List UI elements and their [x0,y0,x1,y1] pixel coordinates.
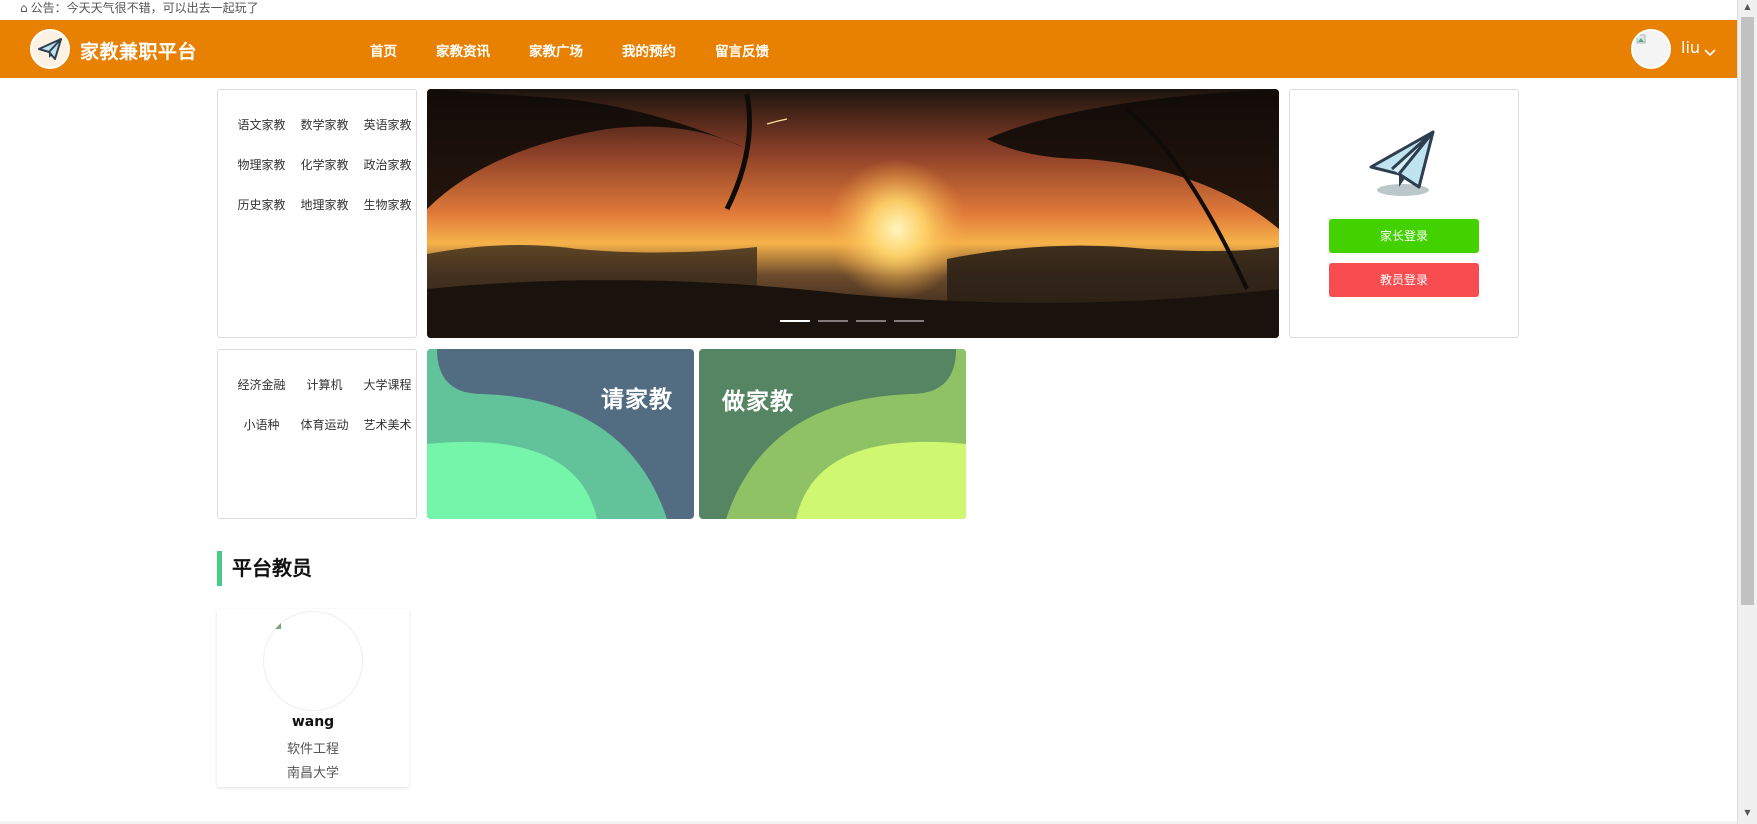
chevron-down-icon[interactable] [1704,42,1716,61]
nav-my-appointments[interactable]: 我的预约 [622,40,676,60]
carousel-dot[interactable] [856,320,886,322]
site-title[interactable]: 家教兼职平台 [80,37,197,64]
category-link-0[interactable]: 经济金融 [230,378,293,392]
category-link-3[interactable]: 小语种 [230,418,293,432]
main-nav: 首页 家教资讯 家教广场 我的预约 留言反馈 [370,40,808,60]
teacher-photo [263,611,363,711]
be-tutor-label: 做家教 [722,389,794,415]
nav-news[interactable]: 家教资讯 [436,40,490,60]
nav-square[interactable]: 家教广场 [529,40,583,60]
section-title-teachers: 平台教员 [217,551,312,586]
parent-login-button[interactable]: 家长登录 [1329,219,1479,253]
scroll-down-icon[interactable]: ▼ [1738,808,1757,822]
category-link-1[interactable]: 计算机 [293,378,356,392]
carousel-indicators [780,320,932,322]
subject-link-4[interactable]: 化学家教 [293,158,356,172]
subject-link-7[interactable]: 地理家教 [293,198,356,212]
teacher-major: 软件工程 [286,742,339,757]
find-tutor-label: 请家教 [601,387,673,413]
page: ⌂ 公告：今天天气很不错，可以出去一起玩了 家教兼职平台 首页 家教资讯 家教广场… [0,0,1757,824]
find-tutor-tile[interactable]: 请家教 [427,349,694,519]
carousel-dot[interactable] [818,320,848,322]
user-avatar-icon[interactable] [1631,29,1671,69]
paper-plane-icon [1367,127,1439,203]
carousel-dot[interactable] [780,320,810,322]
top-header: 家教兼职平台 首页 家教资讯 家教广场 我的预约 留言反馈 liu [0,20,1737,78]
subject-link-5[interactable]: 政治家教 [356,158,419,172]
subject-link-3[interactable]: 物理家教 [230,158,293,172]
subject-link-1[interactable]: 数学家教 [293,118,356,132]
announcement-bar: ⌂ 公告：今天天气很不错，可以出去一起玩了 [0,0,1737,20]
be-tutor-tile[interactable]: 做家教 [699,349,966,519]
subject-link-8[interactable]: 生物家教 [356,198,419,212]
extra-category-panel: 经济金融 计算机 大学课程小语种 体育运动 艺术美术 [217,349,417,519]
category-link-4[interactable]: 体育运动 [293,418,356,432]
teacher-login-button[interactable]: 教员登录 [1329,263,1479,297]
carousel-dot[interactable] [894,320,924,322]
username[interactable]: liu [1681,38,1700,57]
banner-carousel[interactable] [427,89,1279,338]
subject-link-6[interactable]: 历史家教 [230,198,293,212]
scroll-thumb[interactable] [1741,17,1754,605]
teacher-name: wang [291,714,335,730]
subject-link-0[interactable]: 语文家教 [230,118,293,132]
page-scrollbar[interactable]: ▲ ▼ [1737,0,1757,824]
category-link-2[interactable]: 大学课程 [356,378,419,392]
broken-image-icon [275,623,281,629]
nav-feedback[interactable]: 留言反馈 [715,40,769,60]
paper-plane-logo-icon[interactable] [30,29,70,69]
nav-home[interactable]: 首页 [370,40,397,60]
tropical-sunset-image [427,89,1279,338]
category-link-5[interactable]: 艺术美术 [356,418,419,432]
subject-link-2[interactable]: 英语家教 [356,118,419,132]
login-panel: 家长登录 教员登录 [1289,89,1519,338]
announcement-text: 公告：今天天气很不错，可以出去一起玩了 [30,1,259,15]
scroll-up-icon[interactable]: ▲ [1738,2,1757,16]
subject-category-panel: 语文家教 数学家教 英语家教物理家教 化学家教 政治家教历史家教 地理家教 生物家教 [217,89,417,338]
teacher-card[interactable]: wang 软件工程 南昌大学 [217,609,409,787]
home-icon: ⌂ [20,1,28,15]
teacher-school: 南昌大学 [286,766,339,781]
